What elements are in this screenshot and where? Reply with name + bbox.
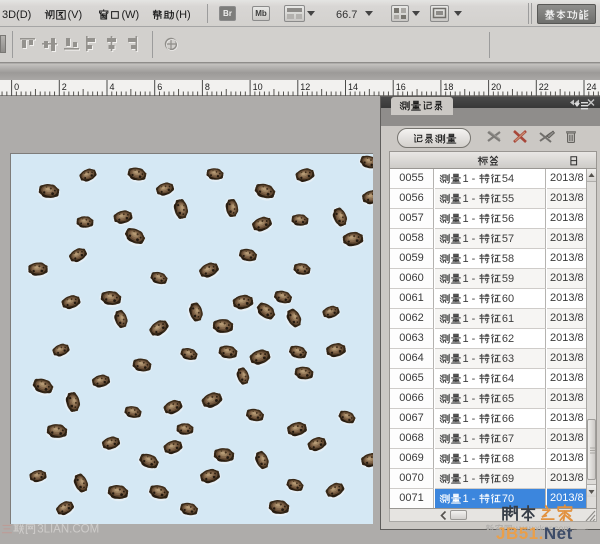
svg-text:1 -: 1 - (462, 413, 475, 425)
svg-text:65: 65 (502, 393, 514, 405)
svg-text:60: 60 (502, 293, 514, 305)
svg-text:64: 64 (502, 373, 514, 385)
svg-text:1 -: 1 - (462, 253, 475, 265)
svg-text:14: 14 (348, 82, 358, 92)
svg-text:62: 62 (502, 333, 514, 345)
svg-text:(H): (H) (175, 9, 190, 21)
svg-text:63: 63 (502, 353, 514, 365)
svg-text:12: 12 (300, 82, 310, 92)
svg-text:1 -: 1 - (462, 433, 475, 445)
svg-text:54: 54 (502, 173, 514, 185)
svg-text:8: 8 (205, 82, 210, 92)
svg-text:16: 16 (396, 82, 406, 92)
svg-text:56: 56 (502, 213, 514, 225)
svg-text:6: 6 (157, 82, 162, 92)
svg-text:1 -: 1 - (462, 233, 475, 245)
svg-text:1 -: 1 - (462, 173, 475, 185)
svg-text:(V): (V) (67, 9, 82, 21)
svg-text:20: 20 (491, 82, 501, 92)
svg-text:58: 58 (502, 253, 514, 265)
svg-text:1 -: 1 - (462, 193, 475, 205)
svg-text:10: 10 (253, 82, 263, 92)
svg-text:(W): (W) (121, 9, 139, 21)
svg-text:1 -: 1 - (462, 393, 475, 405)
svg-text:1 -: 1 - (462, 293, 475, 305)
svg-text:1 -: 1 - (462, 473, 475, 485)
svg-text:18: 18 (443, 82, 453, 92)
svg-text:69: 69 (502, 473, 514, 485)
svg-text:55: 55 (502, 193, 514, 205)
svg-text:1 -: 1 - (462, 273, 475, 285)
svg-text:1 -: 1 - (462, 353, 475, 365)
svg-text:1 -: 1 - (462, 333, 475, 345)
svg-text:1 -: 1 - (462, 453, 475, 465)
svg-text:3LIAN.COM: 3LIAN.COM (37, 523, 99, 535)
svg-text:1 -: 1 - (462, 493, 475, 505)
svg-text:68: 68 (502, 453, 514, 465)
svg-text:61: 61 (502, 313, 514, 325)
svg-text:4: 4 (110, 82, 115, 92)
svg-text:24: 24 (587, 82, 597, 92)
svg-text:1 -: 1 - (462, 373, 475, 385)
svg-text:66: 66 (502, 413, 514, 425)
svg-text:59: 59 (502, 273, 514, 285)
svg-text:67: 67 (502, 433, 514, 445)
svg-text:22: 22 (539, 82, 549, 92)
svg-text:0: 0 (14, 82, 19, 92)
svg-text:1 -: 1 - (462, 213, 475, 225)
svg-text:2: 2 (62, 82, 67, 92)
svg-text:1 -: 1 - (462, 313, 475, 325)
svg-text:57: 57 (502, 233, 514, 245)
